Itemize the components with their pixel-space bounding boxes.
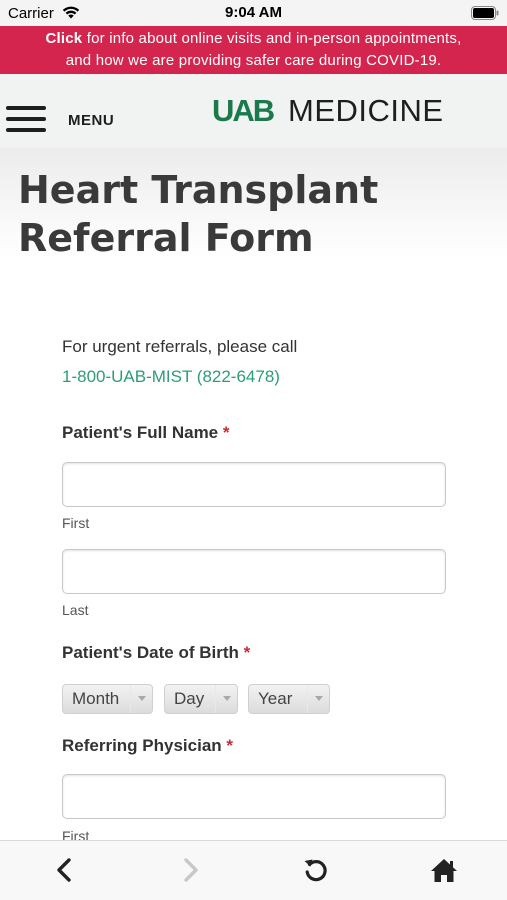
required-marker: * bbox=[226, 736, 234, 755]
menu-label: MENU bbox=[68, 112, 115, 129]
battery-icon bbox=[471, 6, 499, 20]
covid-banner-line1: Click for info about online visits and i… bbox=[0, 28, 507, 50]
patient-first-label: First bbox=[62, 515, 90, 531]
covid-banner-text-2: and how we are providing safer care duri… bbox=[65, 52, 442, 69]
phone-link[interactable]: 1-800-UAB-MIST (822-6478) bbox=[62, 367, 280, 387]
page-title-line1: Heart Transplant bbox=[18, 168, 379, 212]
page-hero: Heart Transplant Referral Form bbox=[0, 148, 507, 308]
patient-first-name-input[interactable] bbox=[62, 462, 446, 507]
hamburger-icon bbox=[6, 104, 46, 134]
status-bar: Carrier 9:04 AM bbox=[0, 0, 507, 26]
covid-banner[interactable]: Click for info about online visits and i… bbox=[0, 26, 507, 74]
logo-medicine: MEDICINE bbox=[288, 93, 444, 128]
dob-label: Patient's Date of Birth * bbox=[62, 643, 250, 663]
dob-year-value: Year bbox=[258, 689, 293, 708]
menu-button[interactable]: MENU bbox=[6, 104, 126, 134]
status-time: 9:04 AM bbox=[225, 4, 282, 21]
patient-name-label: Patient's Full Name * bbox=[62, 423, 230, 443]
covid-banner-text-1: for info about online visits and in-pers… bbox=[82, 30, 462, 47]
chevron-down-icon bbox=[130, 685, 152, 713]
logo-uab: UAB bbox=[212, 93, 275, 128]
dob-year-select[interactable]: Year bbox=[248, 684, 330, 714]
back-icon[interactable] bbox=[50, 855, 80, 885]
patient-name-label-text: Patient's Full Name bbox=[62, 423, 219, 442]
required-marker: * bbox=[222, 423, 230, 442]
referring-physician-label-text: Referring Physician bbox=[62, 736, 222, 755]
home-icon[interactable] bbox=[429, 855, 459, 885]
patient-last-name-input[interactable] bbox=[62, 549, 446, 594]
reload-icon[interactable] bbox=[301, 855, 331, 885]
covid-banner-link[interactable]: Click bbox=[46, 30, 83, 47]
dob-day-value: Day bbox=[174, 689, 205, 708]
page-title-line2: Referral Form bbox=[18, 216, 314, 260]
chevron-down-icon bbox=[215, 685, 237, 713]
forward-icon[interactable] bbox=[175, 855, 205, 885]
patient-last-label: Last bbox=[62, 602, 89, 618]
referring-physician-label: Referring Physician * bbox=[62, 736, 233, 756]
physician-first-name-input[interactable] bbox=[62, 774, 446, 819]
dob-month-select[interactable]: Month bbox=[62, 684, 153, 714]
chevron-down-icon bbox=[307, 685, 329, 713]
browser-toolbar bbox=[0, 840, 507, 900]
dob-day-select[interactable]: Day bbox=[164, 684, 238, 714]
site-header: MENU UAB MEDICINE bbox=[0, 74, 507, 148]
dob-label-text: Patient's Date of Birth bbox=[62, 643, 239, 662]
page-title: Heart Transplant Referral Form bbox=[18, 166, 488, 262]
urgent-referral-text: For urgent referrals, please call bbox=[62, 337, 298, 356]
required-marker: * bbox=[243, 643, 251, 662]
dob-month-value: Month bbox=[72, 689, 120, 708]
